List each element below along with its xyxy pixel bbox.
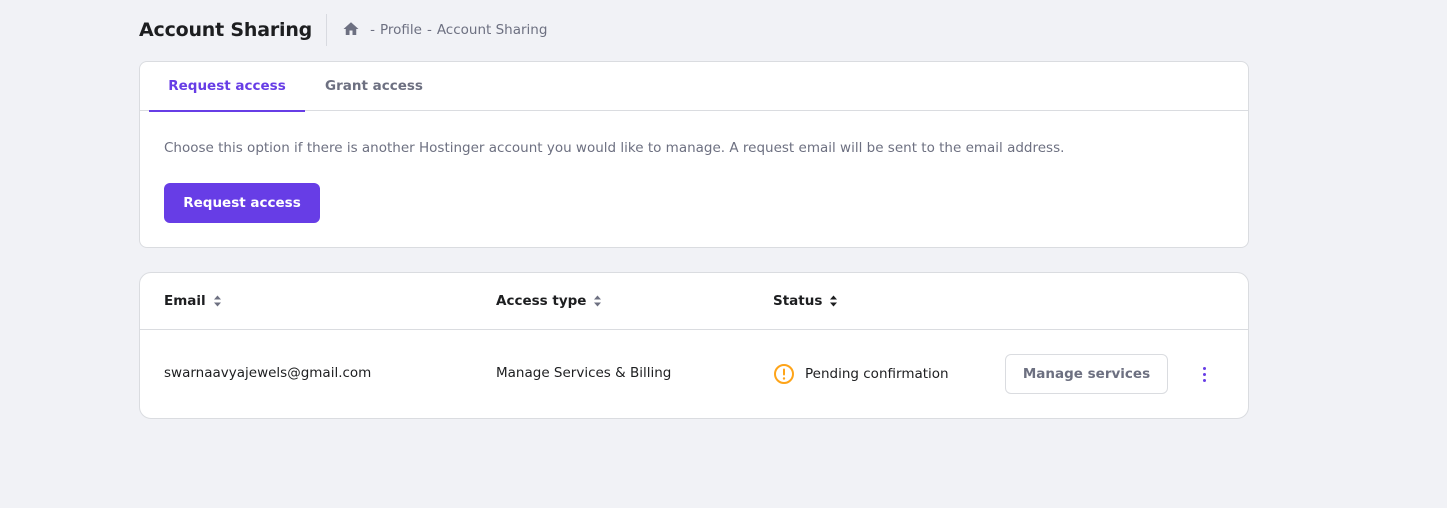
request-access-button[interactable]: Request access — [164, 183, 320, 223]
column-header-status[interactable]: Status — [773, 293, 838, 309]
home-icon[interactable] — [342, 20, 360, 38]
row-email: swarnaavyajewels@gmail.com — [164, 365, 372, 381]
column-header-label: Access type — [496, 293, 587, 309]
column-header-access-type[interactable]: Access type — [496, 293, 602, 309]
column-header-label: Email — [164, 293, 206, 309]
tab-request-access[interactable]: Request access — [149, 62, 305, 112]
table-row: swarnaavyajewels@gmail.com Manage Servic… — [140, 330, 1248, 418]
column-header-label: Status — [773, 293, 823, 309]
breadcrumb-profile[interactable]: Profile — [380, 22, 422, 38]
breadcrumb-separator: - — [370, 22, 375, 38]
page-header: Account Sharing - Profile - Account Shar… — [139, 14, 547, 46]
access-tabs-card: Request access Grant access Choose this … — [139, 61, 1249, 248]
status-text: Pending confirmation — [805, 366, 949, 382]
row-status: Pending confirmation — [773, 363, 949, 385]
page-title: Account Sharing — [139, 19, 313, 41]
tab-grant-access[interactable]: Grant access — [305, 62, 443, 111]
sort-icon — [593, 295, 602, 307]
tab-description: Choose this option if there is another H… — [164, 140, 1065, 156]
header-divider — [326, 14, 328, 46]
more-options-icon[interactable] — [1192, 362, 1216, 386]
breadcrumb-separator: - — [426, 22, 432, 38]
tab-bar: Request access Grant access — [140, 62, 1248, 112]
sort-icon — [829, 295, 838, 307]
table-header: Email Access type Status — [140, 273, 1248, 330]
manage-services-button[interactable]: Manage services — [1005, 354, 1168, 394]
row-access-type: Manage Services & Billing — [496, 365, 672, 381]
breadcrumb: - Profile - Account Sharing — [342, 22, 547, 38]
column-header-email[interactable]: Email — [164, 293, 222, 309]
warning-circle-icon — [773, 363, 795, 385]
shared-accounts-table: Email Access type Status swarnaavyajewel… — [139, 272, 1249, 419]
sort-icon — [213, 295, 222, 307]
breadcrumb-account-sharing: Account Sharing — [436, 22, 548, 38]
